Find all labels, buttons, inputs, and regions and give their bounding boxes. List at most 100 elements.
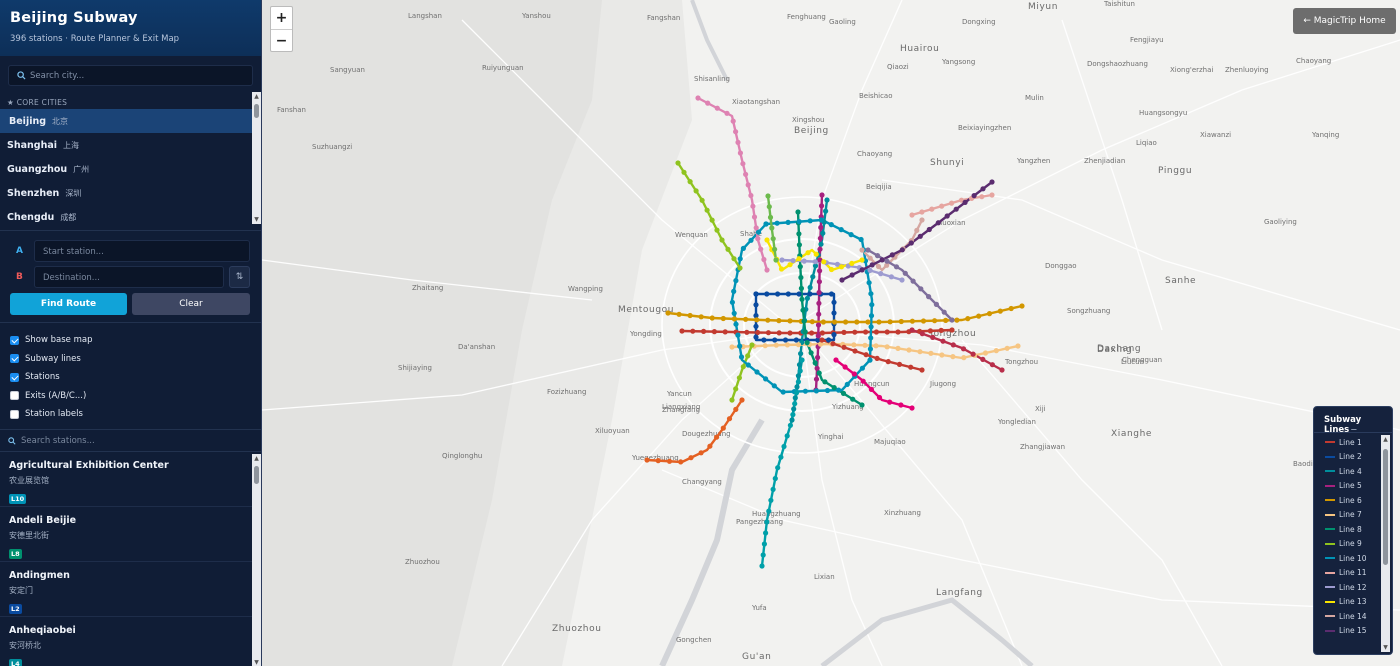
station-list-scrollbar[interactable]: ▲ ▼ bbox=[252, 454, 261, 666]
city-item-chengdu[interactable]: Chengdu 成都 bbox=[0, 205, 261, 226]
collapse-icon[interactable]: − bbox=[1350, 425, 1357, 435]
scroll-up-icon[interactable]: ▲ bbox=[252, 92, 261, 101]
zoom-in-button[interactable]: + bbox=[271, 7, 292, 30]
checkbox-checked[interactable] bbox=[10, 354, 19, 364]
map-place-label: Songzhuang bbox=[1067, 307, 1111, 315]
legend-item[interactable]: Line 12 bbox=[1314, 580, 1384, 595]
line-color-swatch bbox=[1325, 600, 1335, 603]
map-place-label: Xiaotangshan bbox=[732, 98, 781, 106]
map-place-label: Zhuozhou bbox=[405, 558, 440, 566]
find-route-button[interactable]: Find Route bbox=[10, 293, 127, 315]
map-place-label: Fenghuang bbox=[787, 13, 826, 21]
city-list-scrollbar[interactable]: ▲ ▼ bbox=[252, 92, 261, 224]
legend-item[interactable]: Line 11 bbox=[1314, 566, 1384, 581]
city-name: Chengdu bbox=[7, 211, 55, 223]
clear-button[interactable]: Clear bbox=[132, 293, 250, 315]
swap-stations-button[interactable]: ⇅ bbox=[229, 266, 250, 288]
map-place-label: Xingshou bbox=[792, 116, 825, 124]
station-item[interactable]: Anheqiaobei 安河桥北 L4 bbox=[0, 617, 261, 666]
legend-item[interactable]: Line 15 bbox=[1314, 624, 1384, 639]
map-place-label: Tongzhou bbox=[929, 329, 977, 339]
checkbox-unchecked[interactable] bbox=[10, 391, 19, 401]
station-list: Agricultural Exhibition Center 农业展览馆 L10… bbox=[0, 451, 261, 666]
legend-line-label: Line 7 bbox=[1339, 510, 1362, 520]
start-placeholder: Start station... bbox=[43, 247, 104, 257]
checkbox-checked[interactable] bbox=[10, 372, 19, 382]
destination-input[interactable]: Destination... bbox=[34, 266, 224, 288]
station-search-input[interactable]: Search stations... bbox=[0, 429, 261, 451]
map-place-label: Miyun bbox=[1028, 2, 1058, 12]
legend-header[interactable]: Subway Lines− bbox=[1314, 407, 1392, 435]
legend-item[interactable]: Line 6 bbox=[1314, 493, 1384, 508]
map-place-label: Yizhuang bbox=[832, 403, 864, 411]
legend-item[interactable]: Line 10 bbox=[1314, 551, 1384, 566]
legend-scrollbar[interactable]: ▲ ▼ bbox=[1381, 435, 1390, 652]
zoom-out-button[interactable]: − bbox=[271, 30, 292, 53]
legend-line-label: Line 1 bbox=[1339, 437, 1362, 447]
toggle-station-labels[interactable]: Station labels bbox=[0, 405, 261, 424]
checkbox-checked[interactable] bbox=[10, 335, 19, 345]
toggle-subway-lines[interactable]: Subway lines bbox=[0, 350, 261, 369]
legend-item[interactable]: Line 8 bbox=[1314, 522, 1384, 537]
scroll-down-icon[interactable]: ▼ bbox=[252, 658, 261, 666]
map-place-label: Yangzhen bbox=[1017, 157, 1051, 165]
scroll-thumb[interactable] bbox=[1383, 449, 1388, 565]
legend-line-label: Line 15 bbox=[1339, 626, 1367, 636]
line-color-swatch bbox=[1325, 513, 1335, 516]
city-item-shenzhen[interactable]: Shenzhen 深圳 bbox=[0, 181, 261, 205]
scroll-thumb[interactable] bbox=[254, 104, 259, 118]
legend-item[interactable]: Line 2 bbox=[1314, 450, 1384, 465]
map-place-label: Yanqing bbox=[1312, 131, 1340, 139]
scroll-up-icon[interactable]: ▲ bbox=[1381, 435, 1390, 444]
line-color-swatch bbox=[1325, 484, 1335, 487]
station-name-zh: 农业展览馆 bbox=[9, 476, 49, 485]
map-place-label: Xiji bbox=[1035, 405, 1046, 413]
legend-item[interactable]: Line 4 bbox=[1314, 464, 1384, 479]
city-search-input[interactable]: Search city... bbox=[8, 65, 253, 86]
station-name-zh: 安河桥北 bbox=[9, 641, 41, 650]
scroll-down-icon[interactable]: ▼ bbox=[1381, 643, 1390, 652]
station-item[interactable]: Agricultural Exhibition Center 农业展览馆 L10 bbox=[0, 452, 261, 507]
scroll-down-icon[interactable]: ▼ bbox=[252, 215, 261, 224]
toggle-exits[interactable]: Exits (A/B/C...) bbox=[0, 387, 261, 406]
checkbox-unchecked[interactable] bbox=[10, 409, 19, 419]
city-name-zh: 深圳 bbox=[65, 188, 82, 198]
toggle-stations[interactable]: Stations bbox=[0, 368, 261, 387]
city-item-shanghai[interactable]: Shanghai 上海 bbox=[0, 133, 261, 157]
map-place-label: Dachang bbox=[1097, 344, 1142, 354]
line-badge: L4 bbox=[9, 659, 22, 666]
legend-line-label: Line 6 bbox=[1339, 495, 1362, 505]
map-place-label: Shijiaying bbox=[398, 364, 432, 372]
scroll-up-icon[interactable]: ▲ bbox=[252, 454, 261, 463]
map-place-label: Suzhuangzi bbox=[312, 143, 353, 151]
legend-item[interactable]: Line 7 bbox=[1314, 508, 1384, 523]
legend-line-label: Line 2 bbox=[1339, 452, 1362, 462]
map-place-label: Gu'an bbox=[742, 652, 772, 662]
map-place-label: Yuegezhuang bbox=[632, 454, 679, 462]
legend-line-label: Line 10 bbox=[1339, 553, 1367, 563]
app-subtitle: 396 stations · Route Planner & Exit Map bbox=[10, 34, 180, 44]
toggle-base-map[interactable]: Show base map bbox=[0, 331, 261, 350]
layer-toggles: Show base map Subway lines Stations Exit… bbox=[0, 322, 261, 428]
city-item-beijing[interactable]: Beijing 北京 bbox=[0, 109, 261, 133]
legend-item[interactable]: Line 13 bbox=[1314, 595, 1384, 610]
map-place-label: Wangping bbox=[568, 285, 603, 293]
map-place-label: Dongshaozhuang bbox=[1087, 60, 1148, 68]
city-item-guangzhou[interactable]: Guangzhou 广州 bbox=[0, 157, 261, 181]
map-canvas[interactable]: Langshan Yanshou Fangshan Fenghuang Miyu… bbox=[262, 0, 1400, 666]
destination-marker-label: B bbox=[16, 272, 23, 282]
legend-item[interactable]: Line 5 bbox=[1314, 479, 1384, 494]
city-name: Guangzhou bbox=[7, 163, 68, 175]
legend-line-label: Line 11 bbox=[1339, 568, 1367, 578]
station-item[interactable]: Andeli Beijie 安德里北街 L8 bbox=[0, 507, 261, 562]
map-place-label: Zhenjiadian bbox=[1084, 157, 1126, 165]
station-item[interactable]: Andingmen 安定门 L2 bbox=[0, 562, 261, 617]
magictrip-home-button[interactable]: ← MagicTrip Home bbox=[1293, 8, 1396, 34]
map-place-label: Huangsongyu bbox=[1139, 109, 1188, 117]
legend-item[interactable]: Line 9 bbox=[1314, 537, 1384, 552]
legend-item[interactable]: Line 14 bbox=[1314, 609, 1384, 624]
start-station-input[interactable]: Start station... bbox=[34, 240, 250, 262]
scroll-thumb[interactable] bbox=[254, 466, 259, 484]
legend-item[interactable]: Line 1 bbox=[1314, 435, 1384, 450]
legend-line-label: Line 8 bbox=[1339, 524, 1362, 534]
